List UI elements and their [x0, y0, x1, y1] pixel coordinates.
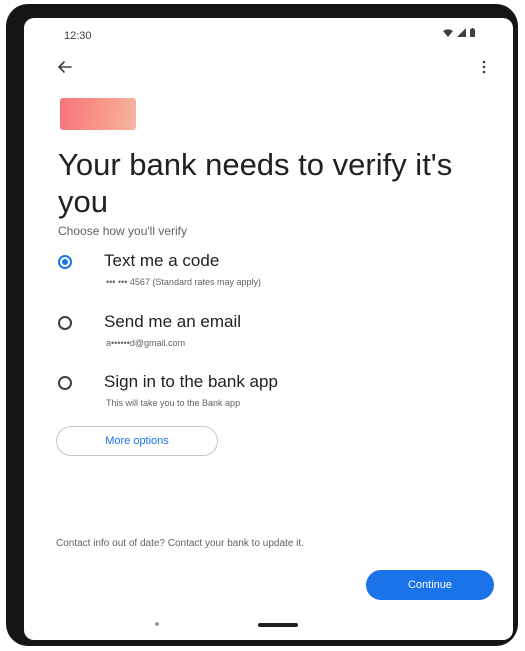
top-app-bar — [24, 52, 513, 82]
back-button[interactable] — [52, 54, 78, 80]
screen: 12:30 Your bank needs to verify it's you… — [24, 18, 513, 640]
option-label: Send me an email — [104, 312, 242, 331]
continue-button[interactable]: Continue — [366, 570, 494, 600]
option-bank-app[interactable]: Sign in to the bank app This will take y… — [58, 372, 488, 422]
option-description: This will take you to the Bank app — [106, 398, 241, 408]
battery-icon — [470, 28, 475, 37]
signal-icon — [457, 28, 466, 37]
overflow-menu-button[interactable] — [471, 54, 497, 80]
radio-button[interactable] — [58, 376, 72, 390]
phone-frame: 12:30 Your bank needs to verify it's you… — [6, 4, 518, 646]
nav-back-indicator[interactable] — [155, 622, 159, 626]
wifi-icon — [443, 28, 453, 37]
radio-button[interactable] — [58, 316, 72, 330]
more-vert-icon — [482, 60, 486, 74]
option-description: ••• ••• 4567 (Standard rates may apply) — [106, 277, 261, 287]
bank-card-image — [60, 98, 136, 130]
nav-home-handle[interactable] — [258, 623, 298, 627]
system-nav-bar — [24, 612, 513, 640]
arrow-back-icon — [58, 61, 72, 73]
page-title: Your bank needs to verify it's you — [58, 147, 453, 219]
status-bar: 12:30 — [24, 18, 513, 48]
option-label: Text me a code — [104, 251, 220, 270]
more-options-button[interactable]: More options — [56, 426, 218, 456]
radio-button-selected[interactable] — [58, 255, 72, 269]
contact-info-note: Contact info out of date? Contact your b… — [56, 538, 304, 549]
option-text-code[interactable]: Text me a code ••• ••• 4567 (Standard ra… — [58, 251, 488, 301]
option-send-email[interactable]: Send me an email a••••••d@gmail.com — [58, 312, 488, 362]
page-subtitle: Choose how you'll verify — [58, 224, 188, 238]
status-time: 12:30 — [64, 30, 92, 42]
option-label: Sign in to the bank app — [104, 372, 278, 391]
status-icons — [443, 28, 475, 37]
option-description: a••••••d@gmail.com — [106, 338, 186, 348]
